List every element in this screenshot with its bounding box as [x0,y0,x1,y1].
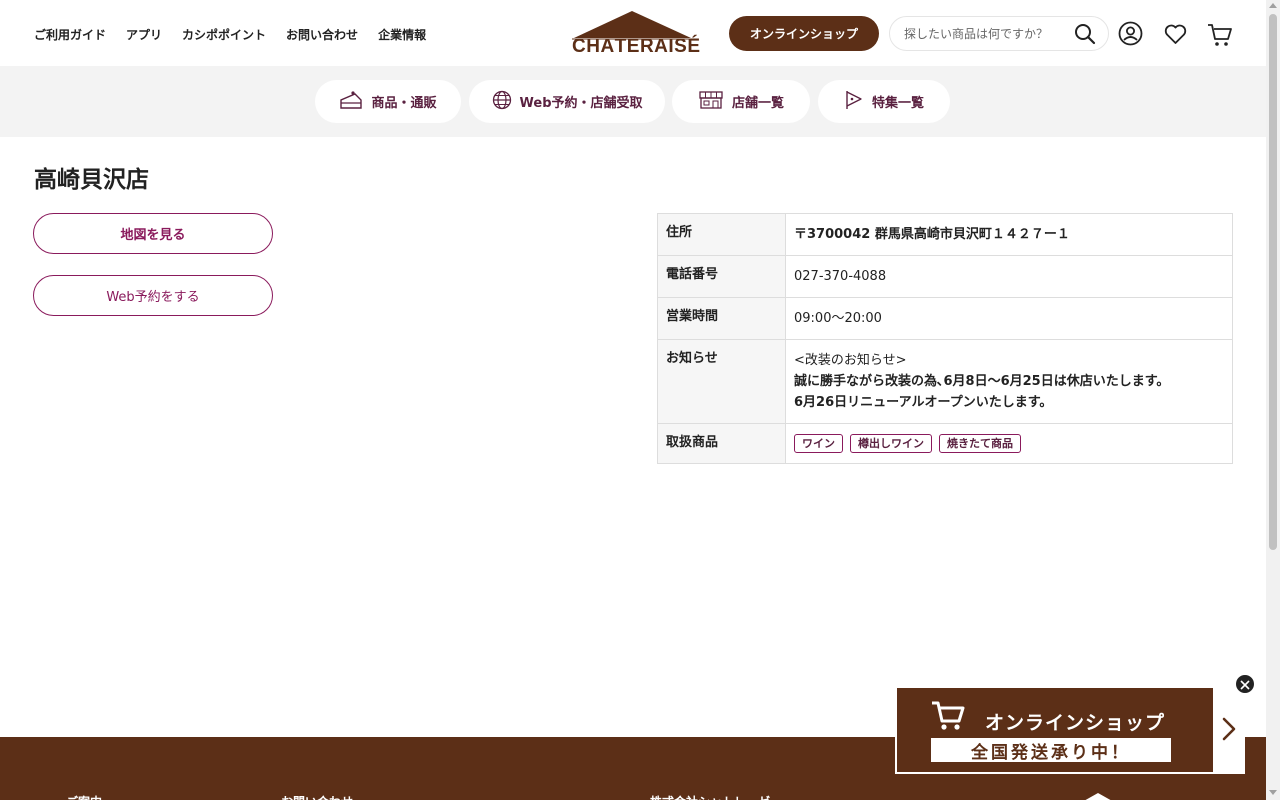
search-box [889,16,1109,51]
favorite-heart-icon[interactable] [1164,24,1187,49]
online-shop-banner[interactable]: オンラインショップ 全国発送承り中！ [895,686,1245,774]
scrollbar-thumb[interactable] [1269,14,1277,550]
globe-icon [492,90,512,114]
notice-line: 6月26日リニューアルオープンいたします。 [794,395,1053,410]
site-header: ご利用ガイド アプリ カシポポイント お問い合わせ 企業情報 CHÂTERAIS… [0,0,1266,66]
hours-value: 09:00〜20:00 [785,297,1233,340]
web-reserve-button[interactable]: Web予約をする [33,275,273,316]
top-nav: ご利用ガイド アプリ カシポポイント お問い合わせ 企業情報 [34,26,446,43]
category-products-button[interactable]: 商品・通販 [315,80,461,123]
phone-label: 電話番号 [657,255,786,298]
nav-points-link[interactable]: カシポポイント [182,26,266,43]
footer-guide-heading: ご案内 [66,795,103,809]
site-logo[interactable]: CHÂTERAISÉ [572,10,701,58]
table-row: お知らせ <改装のお知らせ> 誠に勝手ながら改装の為､6月8日〜6月25日は休店… [657,339,1233,424]
category-features-button[interactable]: 特集一覧 [818,80,950,123]
footer-logo-icon [1082,793,1114,802]
cake-icon [339,90,363,114]
scroll-down-icon[interactable] [1269,790,1277,795]
account-icon[interactable] [1118,21,1143,50]
product-tag-fresh-baked[interactable]: 焼きたて商品 [939,434,1021,453]
footer-company-heading: 株式会社シャトレーゼ [650,795,771,809]
products-value: ワイン 樽出しワイン 焼きたて商品 [785,423,1233,464]
hours-label: 営業時間 [657,297,786,340]
chevron-right-icon [1222,717,1236,745]
table-row: 取扱商品 ワイン 樽出しワイン 焼きたて商品 [657,423,1233,464]
close-icon [1240,675,1250,694]
search-icon[interactable] [1074,23,1096,49]
banner-close-button[interactable] [1234,673,1256,695]
phone-value: 027-370-4088 [785,255,1233,298]
category-label: 店舗一覧 [731,96,784,111]
nav-guide-link[interactable]: ご利用ガイド [34,26,106,43]
category-label: 特集一覧 [871,96,924,111]
scroll-up-icon[interactable] [1269,3,1277,8]
products-label: 取扱商品 [657,423,786,464]
notice-line: 誠に勝手ながら改装の為､6月8日〜6月25日は休店いたします。 [794,374,1170,389]
logo-text: CHÂTERAISÉ [572,36,701,57]
online-shop-button[interactable]: オンラインショップ [729,16,879,51]
table-row: 営業時間 09:00〜20:00 [657,297,1233,340]
address-value: 〒3700042 群馬県高崎市貝沢町１４２７ー１ [785,213,1233,256]
category-label: 商品・通販 [371,96,437,111]
nav-company-link[interactable]: 企業情報 [378,26,426,43]
table-row: 住所 〒3700042 群馬県高崎市貝沢町１４２７ー１ [657,213,1233,256]
banner-title: オンラインショップ [985,712,1166,734]
page-title: 高崎貝沢店 [34,166,149,193]
nav-contact-link[interactable]: お問い合わせ [286,26,358,43]
flag-icon [844,90,864,114]
store-icon [698,90,724,114]
address-label: 住所 [657,213,786,256]
table-row: 電話番号 027-370-4088 [657,255,1233,298]
banner-next-button[interactable] [1213,688,1245,774]
shopping-cart-icon [931,700,965,736]
category-stores-button[interactable]: 店舗一覧 [672,80,810,123]
store-info-table: 住所 〒3700042 群馬県高崎市貝沢町１４２７ー１ 電話番号 027-370… [657,213,1233,464]
notice-label: お知らせ [657,339,786,424]
nav-app-link[interactable]: アプリ [126,26,162,43]
product-tag-wine[interactable]: ワイン [794,434,843,453]
notice-value: <改装のお知らせ> 誠に勝手ながら改装の為､6月8日〜6月25日は休店いたします… [785,339,1233,424]
banner-subtitle: 全国発送承り中！ [931,738,1171,763]
search-input[interactable] [904,25,1064,43]
category-bar: 商品・通販 Web予約・店舗受取 店舗一覧 特集一覧 [0,66,1266,137]
category-label: Web予約・店舗受取 [519,96,643,111]
cart-icon[interactable] [1207,23,1233,51]
category-web-reserve-button[interactable]: Web予約・店舗受取 [469,80,665,123]
view-map-button[interactable]: 地図を見る [33,213,273,254]
footer-contact-heading: お問い合わせ [281,795,354,809]
notice-line: <改装のお知らせ> [794,353,907,368]
product-tag-barrel-wine[interactable]: 樽出しワイン [850,434,932,453]
